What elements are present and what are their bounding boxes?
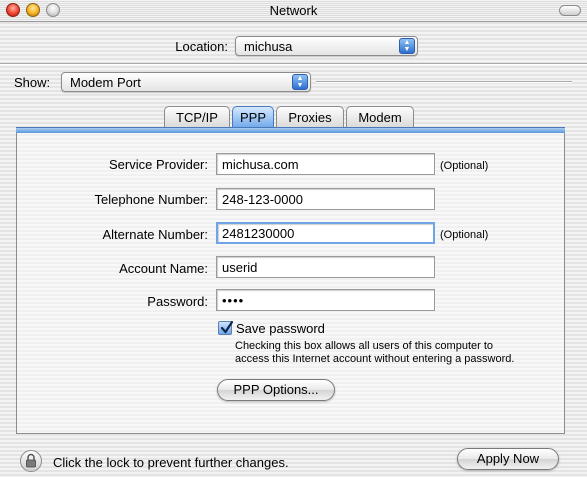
- separator: [0, 63, 587, 65]
- show-value: Modem Port: [70, 75, 141, 90]
- popup-arrows-icon: ▲ ▼: [292, 74, 308, 90]
- tab-proxies[interactable]: Proxies: [276, 106, 344, 128]
- lock-button[interactable]: [20, 450, 42, 472]
- account-name-label: Account Name:: [119, 261, 208, 276]
- separator: [316, 81, 572, 83]
- lock-icon: [26, 453, 36, 468]
- tab-ppp[interactable]: PPP: [232, 106, 274, 128]
- toolbar-toggle-button[interactable]: [559, 5, 581, 16]
- save-password-checkbox[interactable]: [218, 320, 234, 335]
- telephone-number-label: Telephone Number:: [94, 192, 208, 207]
- tab-tcp-ip[interactable]: TCP/IP: [164, 106, 230, 128]
- title-bar: Network: [0, 0, 587, 22]
- ppp-options-button[interactable]: PPP Options...: [217, 379, 335, 401]
- apply-now-button[interactable]: Apply Now: [457, 448, 559, 470]
- save-password-help: access this Internet account without ent…: [235, 353, 515, 365]
- window-title: Network: [269, 3, 318, 18]
- location-value: michusa: [244, 39, 293, 54]
- alternate-number-input[interactable]: 2481230000: [216, 222, 435, 244]
- optional-note: (Optional): [440, 229, 489, 241]
- show-popup[interactable]: Modem Port ▲ ▼: [61, 72, 311, 92]
- checkmark-icon: [220, 320, 234, 334]
- popup-arrows-icon: ▲ ▼: [399, 38, 415, 54]
- lock-text: Click the lock to prevent further change…: [53, 455, 289, 470]
- optional-note: (Optional): [440, 160, 489, 172]
- location-popup[interactable]: michusa ▲ ▼: [235, 36, 418, 56]
- password-label: Password:: [147, 294, 208, 309]
- save-password-help: Checking this box allows all users of th…: [235, 340, 494, 352]
- show-label: Show:: [14, 75, 51, 90]
- service-provider-input[interactable]: michusa.com: [216, 153, 435, 175]
- telephone-number-input[interactable]: 248-123-0000: [216, 188, 435, 210]
- location-label: Location:: [175, 39, 228, 54]
- alternate-number-label: Alternate Number:: [102, 227, 209, 242]
- tab-modem[interactable]: Modem: [346, 106, 414, 128]
- service-provider-label: Service Provider:: [109, 157, 208, 172]
- account-name-input[interactable]: userid: [216, 256, 435, 278]
- password-input[interactable]: ••••: [216, 289, 435, 311]
- save-password-label[interactable]: Save password: [236, 321, 325, 336]
